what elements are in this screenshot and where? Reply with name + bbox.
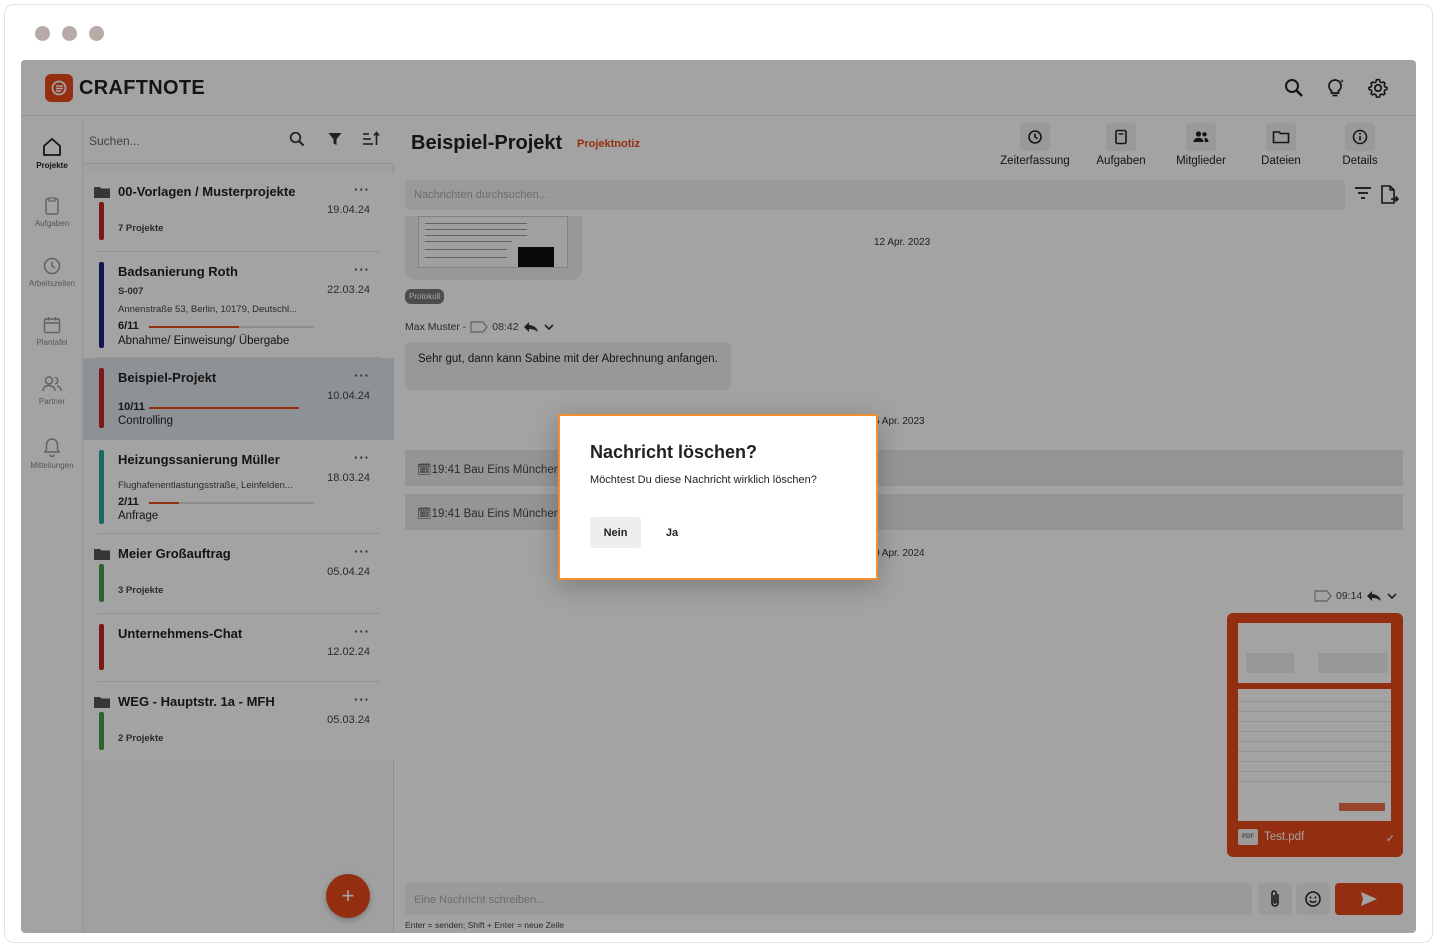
cancel-button[interactable]: Nein (590, 517, 641, 548)
dialog-text: Möchtest Du diese Nachricht wirklich lös… (590, 474, 817, 486)
app-window: CRAFTNOTE Projekte Aufgaben Arbeitszeite… (21, 60, 1416, 933)
window-dot[interactable] (62, 26, 77, 41)
window-dot[interactable] (89, 26, 104, 41)
window-controls (35, 26, 104, 41)
delete-message-dialog: Nachricht löschen? Möchtest Du diese Nac… (558, 414, 878, 580)
window-dot[interactable] (35, 26, 50, 41)
confirm-button[interactable]: Ja (655, 517, 689, 548)
dialog-title: Nachricht löschen? (590, 442, 758, 462)
